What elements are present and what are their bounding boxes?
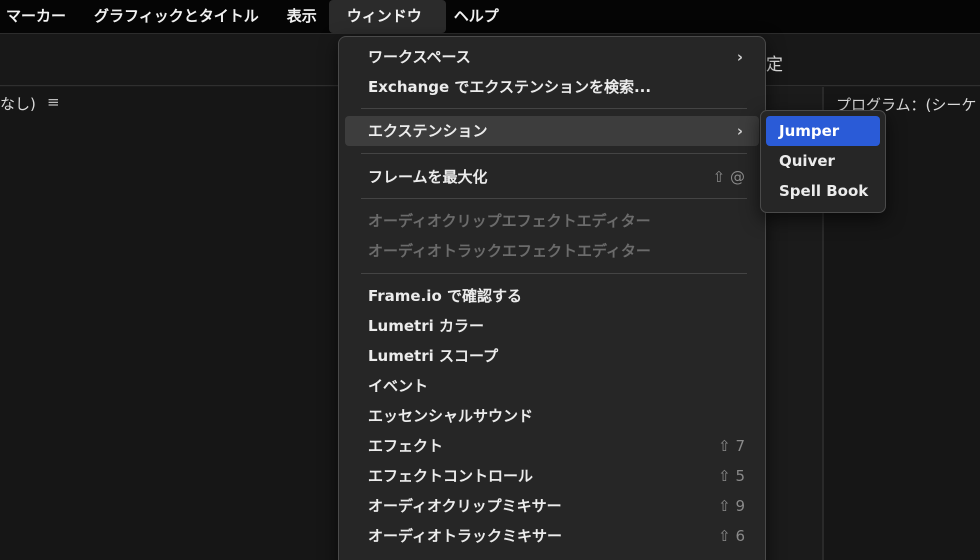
menu-item-lumetri-scopes[interactable]: Lumetri スコープ bbox=[345, 341, 759, 371]
shortcut-label: ⇧ 5 bbox=[718, 467, 745, 485]
menu-item-events[interactable]: イベント bbox=[345, 371, 759, 401]
submenu-item-jumper[interactable]: Jumper bbox=[766, 116, 880, 146]
menu-item-essential-sound[interactable]: エッセンシャルサウンド bbox=[345, 401, 759, 431]
menu-item-label: オーディオクリップエフェクトエディター bbox=[368, 212, 651, 230]
menu-item-effect-controls[interactable]: エフェクトコントロール ⇧ 5 bbox=[345, 461, 759, 491]
shortcut-label: ⇧ 6 bbox=[718, 527, 745, 545]
menu-item-label: エフェクト bbox=[368, 437, 444, 455]
menu-item-lumetri-color[interactable]: Lumetri カラー bbox=[345, 311, 759, 341]
menu-help[interactable]: ヘルプ bbox=[446, 0, 509, 33]
menu-item-label: Lumetri カラー bbox=[368, 317, 484, 335]
shortcut-label: ⇧ 7 bbox=[718, 437, 745, 455]
left-panel-label: なし) bbox=[0, 95, 36, 113]
menu-item-label: Exchange でエクステンションを検索... bbox=[368, 78, 652, 96]
menu-window[interactable]: ウィンドウ bbox=[328, 0, 446, 33]
menu-item-effects[interactable]: エフェクト ⇧ 7 bbox=[345, 431, 759, 461]
menu-bar: マーカー グラフィックとタイトル 表示 ウィンドウ ヘルプ bbox=[0, 0, 980, 33]
menu-separator bbox=[361, 198, 747, 199]
menu-item-label: エッセンシャルサウンド bbox=[368, 407, 534, 425]
menu-item-frameio-review[interactable]: Frame.io で確認する bbox=[345, 281, 759, 311]
menu-item-maximize-frame[interactable]: フレームを最大化 ⇧ @ bbox=[345, 162, 759, 192]
menu-item-label: オーディオトラックエフェクトエディター bbox=[368, 242, 651, 260]
menu-item-workspaces[interactable]: ワークスペース › bbox=[345, 42, 759, 72]
left-panel bbox=[0, 87, 338, 560]
menu-item-audio-clip-effect-editor: オーディオクリップエフェクトエディター bbox=[345, 206, 759, 236]
menu-item-label: オーディオクリップミキサー bbox=[368, 497, 562, 515]
menu-view[interactable]: 表示 bbox=[277, 0, 327, 33]
menu-item-audio-track-effect-editor: オーディオトラックエフェクトエディター bbox=[345, 236, 759, 266]
menu-item-audio-clip-mixer[interactable]: オーディオクリップミキサー ⇧ 9 bbox=[345, 491, 759, 521]
menu-item-label: ワークスペース bbox=[368, 48, 471, 66]
menu-graphics-titles[interactable]: グラフィックとタイトル bbox=[84, 0, 269, 33]
menu-item-extensions[interactable]: エクステンション › bbox=[345, 116, 759, 146]
menu-item-exchange-search[interactable]: Exchange でエクステンションを検索... bbox=[345, 72, 759, 102]
shortcut-label: ⇧ 9 bbox=[718, 497, 745, 515]
chevron-right-icon: › bbox=[736, 48, 743, 66]
menu-item-label: Lumetri スコープ bbox=[368, 347, 499, 365]
menu-separator bbox=[361, 153, 747, 154]
shortcut-label: ⇧ @ bbox=[712, 168, 745, 186]
menu-item-label: エフェクトコントロール bbox=[368, 467, 534, 485]
menu-item-audio-track-mixer[interactable]: オーディオトラックミキサー ⇧ 6 bbox=[345, 521, 759, 551]
window-menu-dropdown: ワークスペース › Exchange でエクステンションを検索... エクステン… bbox=[338, 36, 766, 560]
chevron-right-icon: › bbox=[736, 122, 743, 140]
panel-header-text: 定 bbox=[766, 55, 783, 75]
submenu-item-quiver[interactable]: Quiver bbox=[766, 146, 880, 176]
menu-item-label: Frame.io で確認する bbox=[368, 287, 522, 305]
extensions-submenu: Jumper Quiver Spell Book bbox=[760, 110, 886, 213]
menu-separator bbox=[361, 273, 747, 274]
panel-menu-icon[interactable]: ≡ bbox=[47, 93, 60, 111]
menu-item-label: エクステンション bbox=[368, 122, 488, 140]
menu-marker[interactable]: マーカー bbox=[0, 0, 76, 33]
menu-item-label: イベント bbox=[368, 377, 429, 395]
menu-item-label: フレームを最大化 bbox=[368, 168, 488, 186]
submenu-item-spell-book[interactable]: Spell Book bbox=[766, 176, 880, 206]
menu-item-label: オーディオトラックミキサー bbox=[368, 527, 562, 545]
menu-separator bbox=[361, 108, 747, 109]
